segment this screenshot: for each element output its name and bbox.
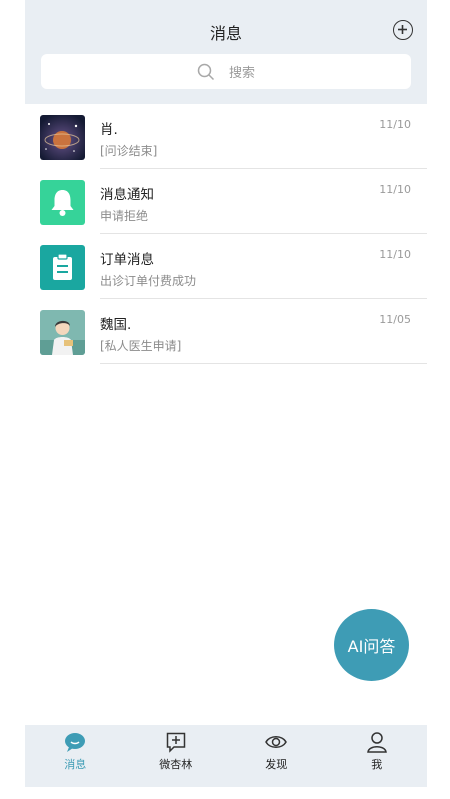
list-item[interactable]: 魏国. 11/05 [私人医生申请] xyxy=(25,299,427,364)
search-box[interactable]: 搜索 xyxy=(41,54,411,89)
divider xyxy=(100,363,427,364)
message-time: 11/05 xyxy=(379,313,411,326)
message-list: 肖. 11/10 [问诊结束] 消息通知 11/10 申请拒绝 订单消息 11/… xyxy=(25,104,427,364)
message-preview: [问诊结束] xyxy=(100,144,158,158)
list-item[interactable]: 消息通知 11/10 申请拒绝 xyxy=(25,169,427,234)
tab-label: 微杏林 xyxy=(159,758,193,771)
contact-name: 订单消息 xyxy=(100,252,154,268)
contact-name: 消息通知 xyxy=(100,187,154,203)
bell-icon xyxy=(51,190,74,216)
chat-bubble-icon xyxy=(65,733,86,752)
list-item[interactable]: 订单消息 11/10 出诊订单付费成功 xyxy=(25,234,427,299)
eye-icon xyxy=(265,736,288,748)
chat-plus-icon xyxy=(166,732,185,753)
messages-screen: 消息 搜索 肖. 11/10 [问诊结束] 消息通知 11/10 申请拒绝 订单… xyxy=(25,0,427,799)
plus-circle-icon[interactable] xyxy=(393,20,413,40)
contact-name: 魏国. xyxy=(100,317,132,333)
notification-avatar xyxy=(40,180,85,225)
clipboard-icon xyxy=(53,253,72,280)
person-icon xyxy=(366,732,387,753)
tab-messages[interactable]: 消息 xyxy=(25,725,126,787)
search-placeholder: 搜索 xyxy=(228,66,255,81)
message-time: 11/10 xyxy=(379,118,411,131)
message-preview: 出诊订单付费成功 xyxy=(100,274,197,288)
person-avatar xyxy=(40,310,85,355)
message-preview: 申请拒绝 xyxy=(100,209,149,223)
search-icon xyxy=(197,63,215,80)
order-avatar xyxy=(40,245,85,290)
tab-label: 我 xyxy=(371,758,383,771)
header: 消息 搜索 xyxy=(25,0,427,104)
page-title: 消息 xyxy=(209,24,242,43)
galaxy-avatar xyxy=(40,115,85,160)
tab-discover[interactable]: 发现 xyxy=(226,725,327,787)
ai-qa-button[interactable]: AI问答 xyxy=(334,609,409,681)
message-time: 11/10 xyxy=(379,248,411,261)
message-preview: [私人医生申请] xyxy=(100,339,182,353)
tab-label: 消息 xyxy=(64,758,87,771)
tab-weixinglin[interactable]: 微杏林 xyxy=(126,725,227,787)
message-time: 11/10 xyxy=(379,183,411,196)
tab-me[interactable]: 我 xyxy=(327,725,428,787)
tab-label: 发现 xyxy=(265,758,288,771)
list-item[interactable]: 肖. 11/10 [问诊结束] xyxy=(25,104,427,169)
contact-name: 肖. xyxy=(100,122,118,138)
tab-bar: 消息 微杏林 发现 我 xyxy=(25,725,427,787)
